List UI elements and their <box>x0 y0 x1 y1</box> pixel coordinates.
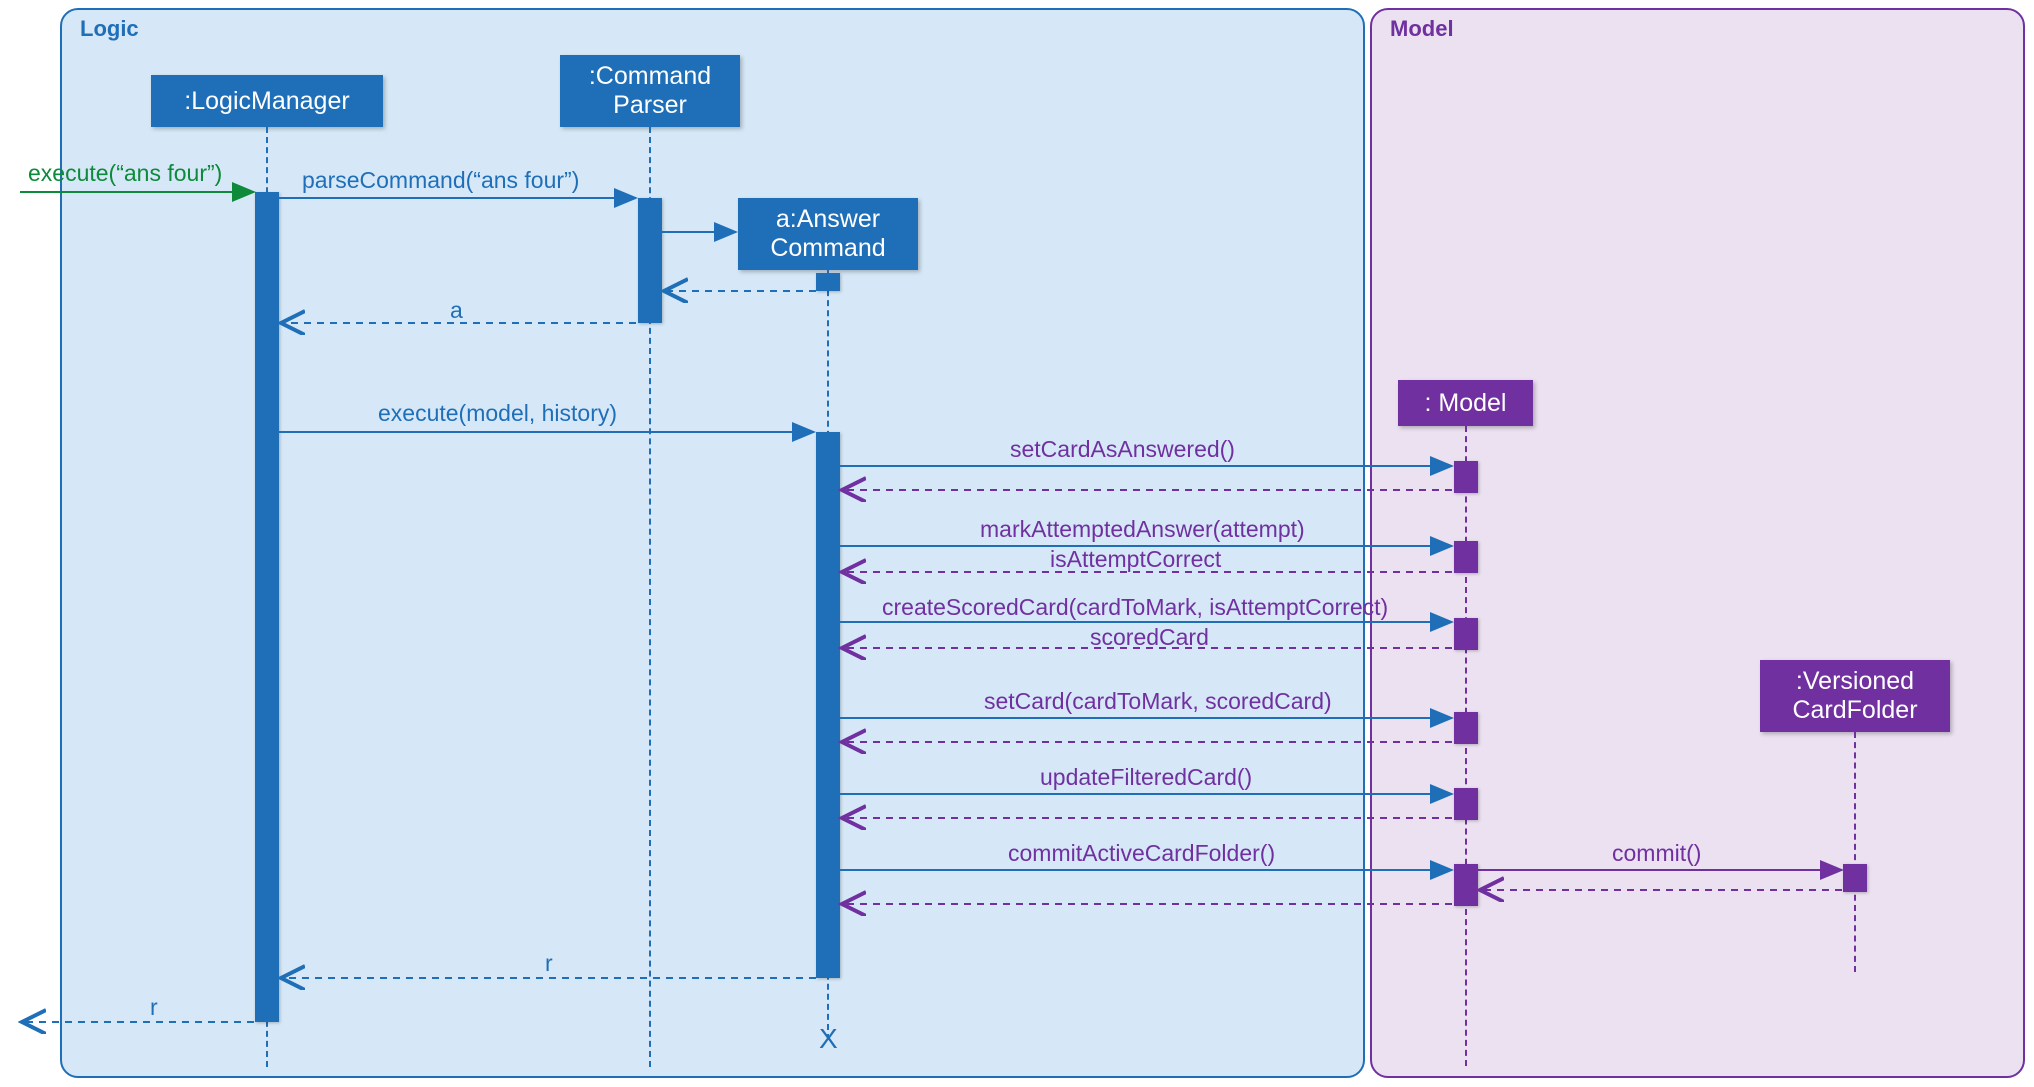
msg-execute-model-history: execute(model, history) <box>378 400 617 427</box>
model-act-1 <box>1454 461 1478 493</box>
msg-scoredcard: scoredCard <box>1090 624 1209 651</box>
msg-setcard: setCard(cardToMark, scoredCard) <box>984 688 1332 715</box>
answercommand-activation-exec <box>816 432 840 978</box>
commandparser-head: :Command Parser <box>560 55 740 127</box>
msg-return-a: a <box>450 297 463 324</box>
model-label: Model <box>1390 16 1454 42</box>
msg-return-r2: r <box>150 994 158 1021</box>
msg-isattemptcorrect: isAttemptCorrect <box>1050 546 1221 573</box>
model-act-3 <box>1454 618 1478 650</box>
msg-updatefilteredcard: updateFilteredCard() <box>1040 764 1252 791</box>
commandparser-activation <box>638 198 662 323</box>
vcf-act <box>1843 864 1867 892</box>
model-act-6 <box>1454 864 1478 906</box>
versionedcardfolder-head: :Versioned CardFolder <box>1760 660 1950 732</box>
msg-setcardasanswered: setCardAsAnswered() <box>1010 436 1235 463</box>
model-act-2 <box>1454 541 1478 573</box>
msg-createscoredcard: createScoredCard(cardToMark, isAttemptCo… <box>882 594 1388 621</box>
msg-return-r1: r <box>545 950 553 977</box>
answercommand-activation-create <box>816 273 840 291</box>
msg-commitactivecardfolder: commitActiveCardFolder() <box>1008 840 1275 867</box>
logicmanager-activation <box>255 192 279 1022</box>
model-head: : Model <box>1398 380 1533 426</box>
model-act-5 <box>1454 788 1478 820</box>
versionedcardfolder-lifeline <box>1854 732 1856 972</box>
logic-label: Logic <box>80 16 139 42</box>
msg-parse-command: parseCommand(“ans four”) <box>302 167 579 194</box>
model-act-4 <box>1454 712 1478 744</box>
msg-execute-ans-four: execute(“ans four”) <box>28 160 222 187</box>
msg-markattemptedanswer: markAttemptedAnswer(attempt) <box>980 516 1305 543</box>
msg-commit: commit() <box>1612 840 1701 867</box>
destroy-x: X <box>819 1023 838 1055</box>
logicmanager-head: :LogicManager <box>151 75 383 127</box>
model-lifeline <box>1465 426 1467 1066</box>
answercommand-head: a:Answer Command <box>738 198 918 270</box>
